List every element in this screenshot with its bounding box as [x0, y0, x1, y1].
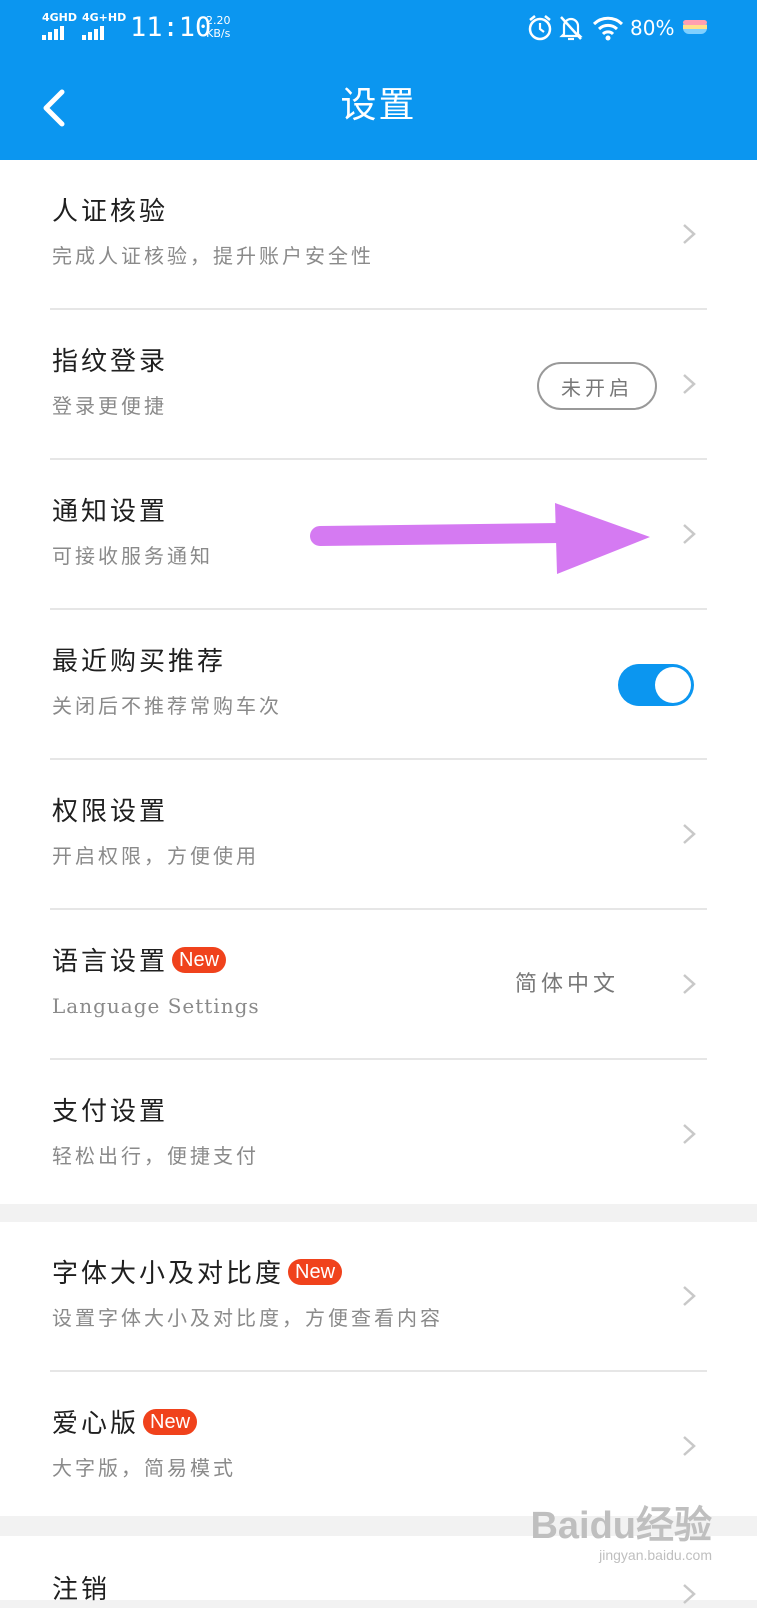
- setting-title: 权限设置: [52, 797, 169, 827]
- setting-row-identity-verification[interactable]: 人证核验 完成人证核验，提升账户安全性: [50, 160, 707, 310]
- language-value: 简体中文: [514, 972, 619, 997]
- setting-title-wrap: 爱心版 New: [52, 1406, 198, 1442]
- chevron-right-icon: [683, 1436, 696, 1456]
- new-badge: New: [172, 947, 227, 973]
- setting-row-care-mode[interactable]: 爱心版 New 大字版，简易模式: [50, 1372, 707, 1520]
- settings-group-accessibility: 字体大小及对比度 New 设置字体大小及对比度，方便查看内容 爱心版 New 大字版…: [0, 1222, 757, 1516]
- new-badge: New: [288, 1259, 343, 1285]
- setting-title: 语言设置: [52, 947, 169, 977]
- setting-title: 支付设置: [52, 1097, 169, 1127]
- setting-title-wrap: 字体大小及对比度 New: [52, 1256, 343, 1292]
- setting-subtitle: 登录更便捷: [52, 394, 167, 418]
- chevron-right-icon: [683, 824, 696, 844]
- setting-title: 人证核验: [52, 197, 169, 227]
- setting-row-permissions[interactable]: 权限设置 开启权限，方便使用: [50, 760, 707, 910]
- chevron-right-icon: [683, 974, 696, 994]
- setting-row-payment[interactable]: 支付设置 轻松出行，便捷支付: [50, 1060, 707, 1208]
- chevron-right-icon: [683, 1286, 696, 1306]
- alarm-icon: [528, 15, 552, 41]
- setting-subtitle: 大字版，简易模式: [52, 1456, 236, 1480]
- setting-subtitle: Language Settings: [52, 994, 260, 1018]
- fingerprint-status-badge[interactable]: 未开启: [537, 362, 657, 410]
- signal-bars-icon: [82, 26, 104, 40]
- setting-title: 最近购买推荐: [52, 647, 227, 677]
- new-badge: New: [143, 1409, 198, 1435]
- setting-subtitle: 完成人证核验，提升账户安全性: [52, 244, 374, 268]
- nav-bar: 设置: [0, 58, 757, 160]
- setting-subtitle: 设置字体大小及对比度，方便查看内容: [52, 1306, 443, 1330]
- battery-icon: [683, 20, 707, 34]
- setting-row-language[interactable]: 语言设置 New Language Settings 简体中文: [50, 910, 707, 1060]
- setting-title: 指纹登录: [52, 347, 169, 377]
- signal-bars-icon: [42, 26, 64, 40]
- page-title: 设置: [340, 85, 417, 126]
- setting-subtitle: 轻松出行，便捷支付: [52, 1144, 259, 1168]
- wifi-icon: [592, 16, 624, 41]
- settings-group-general: 人证核验 完成人证核验，提升账户安全性 指纹登录 登录更便捷 未开启 通知设置 …: [0, 160, 757, 1204]
- signal-label-2: 4G+HD: [82, 11, 127, 24]
- setting-title-wrap: 语言设置 New: [52, 944, 227, 980]
- chevron-right-icon: [683, 374, 696, 394]
- watermark-url: jingyan.baidu.com: [599, 1547, 712, 1563]
- network-speed: 2.20 KB/s: [206, 14, 231, 40]
- setting-row-fingerprint-login[interactable]: 指纹登录 登录更便捷 未开启: [50, 310, 707, 460]
- speed-unit: KB/s: [206, 27, 231, 40]
- setting-title: 注销: [52, 1575, 111, 1605]
- recent-purchase-toggle[interactable]: [618, 664, 694, 706]
- speed-value: 2.20: [206, 14, 231, 27]
- setting-row-font-size[interactable]: 字体大小及对比度 New 设置字体大小及对比度，方便查看内容: [50, 1222, 707, 1372]
- setting-subtitle: 开启权限，方便使用: [52, 844, 259, 868]
- chevron-right-icon: [683, 224, 696, 244]
- clock: 11:10: [130, 12, 212, 43]
- annotation-arrow-icon: [310, 503, 650, 574]
- baidu-watermark: Baidu经验 jingyan.baidu.com: [530, 1505, 712, 1563]
- mute-icon: [559, 16, 583, 41]
- setting-title: 通知设置: [52, 497, 169, 527]
- chevron-right-icon: [683, 524, 696, 544]
- chevron-right-icon: [683, 1584, 696, 1604]
- signal-label-1: 4GHD: [42, 11, 78, 24]
- setting-row-recent-purchase[interactable]: 最近购买推荐 关闭后不推荐常购车次: [50, 610, 707, 760]
- status-bar: 4GHD 4G+HD 11:10 2.20 KB/s 80%: [0, 0, 757, 58]
- setting-title: 爱心版: [52, 1409, 140, 1439]
- battery-percent: 80%: [630, 16, 675, 40]
- setting-title: 字体大小及对比度: [52, 1259, 285, 1289]
- toggle-knob: [655, 667, 691, 703]
- chevron-right-icon: [683, 1124, 696, 1144]
- setting-subtitle: 关闭后不推荐常购车次: [52, 694, 282, 718]
- setting-subtitle: 可接收服务通知: [52, 544, 213, 568]
- watermark-logo: Baidu经验: [530, 1505, 712, 1547]
